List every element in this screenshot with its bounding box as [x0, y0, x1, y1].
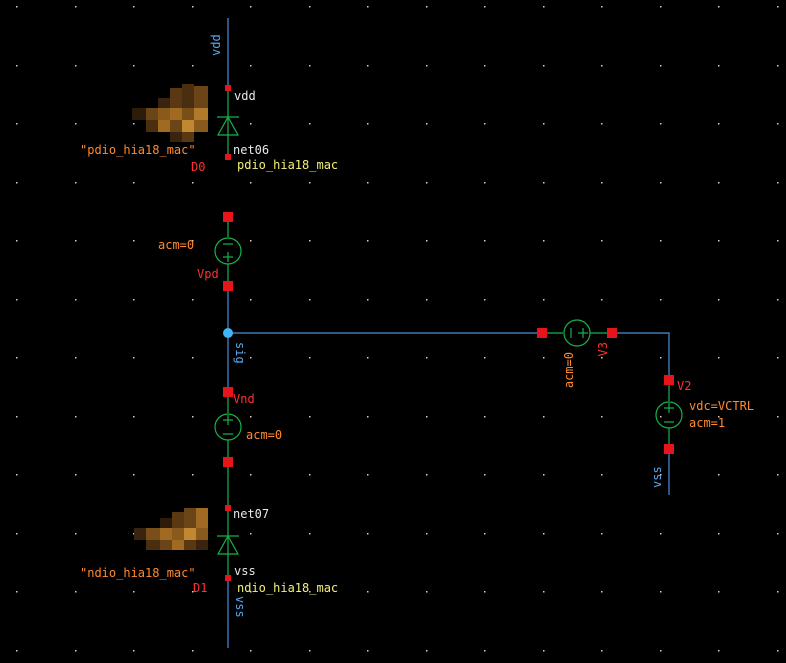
net-label-vss-bottom: vss — [233, 596, 247, 618]
net-label-vdd-top: vdd — [209, 34, 223, 56]
schematic-canvas[interactable]: vdd vdd "pdio_hia18_mac" D0 net06 pdio_h… — [0, 0, 786, 658]
diode-top-model: pdio_hia18_mac — [237, 158, 338, 172]
diode-top-net: net06 — [233, 143, 269, 157]
diode-bot-pin: vss — [234, 564, 256, 578]
diode-bot-model: ndio_hia18_mac — [237, 581, 338, 595]
v2-name: V2 — [677, 379, 691, 393]
diode-top-model-quoted: "pdio_hia18_mac" — [80, 143, 196, 157]
redacted-symbol-bottom — [134, 508, 208, 550]
pin-v2-top — [664, 375, 674, 385]
vnd-name: Vnd — [233, 392, 255, 406]
net-label-vss-right: vss — [650, 466, 664, 488]
pin-vpd-bottom — [223, 281, 233, 291]
vpd-param: acm=0 — [158, 238, 194, 252]
wire-v3-to-v2[interactable] — [612, 332, 670, 379]
diode-bot-model-quoted: "ndio_hia18_mac" — [80, 566, 196, 580]
pin-label-vdd: vdd — [234, 89, 256, 103]
v2-param-acm: acm=1 — [689, 416, 725, 430]
v3-name: V3 — [596, 342, 610, 356]
pin-vnd-bottom — [223, 457, 233, 467]
redacted-symbol-top — [132, 84, 208, 142]
vpd-name: Vpd — [197, 267, 219, 281]
pin-v3-right — [607, 328, 617, 338]
v2-param-vdc: vdc=VCTRL — [689, 399, 754, 413]
diode-bot-net: net07 — [233, 507, 269, 521]
pin-v2-bottom — [664, 444, 674, 454]
schematic-svg: vdd vdd "pdio_hia18_mac" D0 net06 pdio_h… — [16, 6, 779, 652]
pin-v3-left — [537, 328, 547, 338]
diode-bot-name: D1 — [193, 581, 207, 595]
junction-sig[interactable] — [223, 328, 233, 338]
grid-dots — [16, 6, 779, 652]
pin-vnd-top — [223, 387, 233, 397]
pin-d0-bottom — [225, 154, 231, 160]
vnd-param: acm=0 — [246, 428, 282, 442]
source-vpd[interactable] — [214, 216, 242, 285]
pin-d0-top — [225, 85, 231, 91]
v3-param: acm=0 — [562, 352, 576, 388]
pin-d1-top — [225, 505, 231, 511]
diode-top-name: D0 — [191, 160, 205, 174]
pin-vpd-top — [223, 212, 233, 222]
net-label-sig: sig — [233, 342, 247, 364]
pin-d1-bottom — [225, 575, 231, 581]
